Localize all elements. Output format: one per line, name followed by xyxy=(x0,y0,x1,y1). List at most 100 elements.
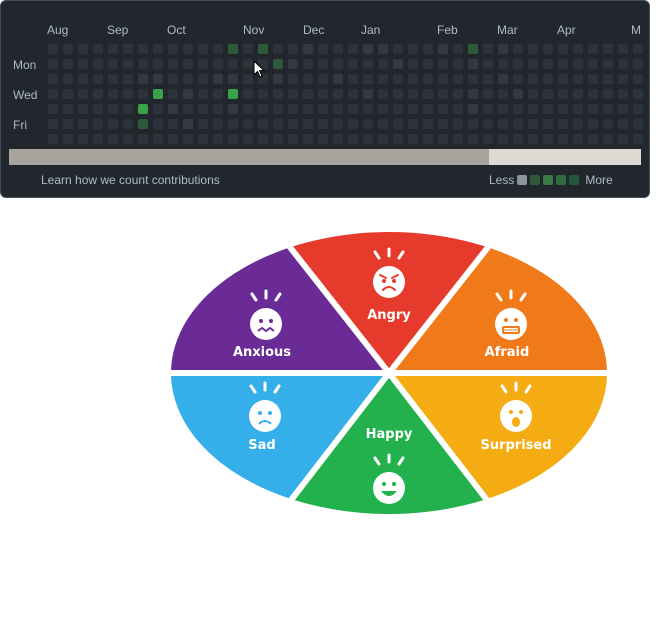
contribution-cell[interactable] xyxy=(468,134,478,144)
contribution-cell[interactable] xyxy=(78,74,88,84)
contribution-cell[interactable] xyxy=(513,59,523,69)
contribution-cell[interactable] xyxy=(573,59,583,69)
contribution-cell[interactable] xyxy=(393,44,403,54)
contribution-cell[interactable] xyxy=(198,104,208,114)
contribution-cell[interactable] xyxy=(348,134,358,144)
contribution-cell[interactable] xyxy=(183,74,193,84)
contribution-cell[interactable] xyxy=(138,119,148,129)
contribution-cell[interactable] xyxy=(63,119,73,129)
contribution-cell[interactable] xyxy=(333,119,343,129)
contribution-cell[interactable] xyxy=(573,89,583,99)
contribution-cell[interactable] xyxy=(573,74,583,84)
contribution-cell[interactable] xyxy=(123,134,133,144)
contribution-cell[interactable] xyxy=(138,44,148,54)
contribution-cell[interactable] xyxy=(603,119,613,129)
contribution-cell[interactable] xyxy=(258,104,268,114)
contribution-cell[interactable] xyxy=(468,119,478,129)
contribution-cell[interactable] xyxy=(243,44,253,54)
contribution-cell[interactable] xyxy=(258,119,268,129)
contribution-cell[interactable] xyxy=(498,119,508,129)
contribution-cell[interactable] xyxy=(243,59,253,69)
contribution-cell[interactable] xyxy=(228,89,238,99)
contribution-cell[interactable] xyxy=(378,104,388,114)
contribution-cell[interactable] xyxy=(468,74,478,84)
contribution-cell[interactable] xyxy=(303,89,313,99)
contribution-cell[interactable] xyxy=(198,119,208,129)
contribution-cell[interactable] xyxy=(123,119,133,129)
contribution-cell[interactable] xyxy=(363,44,373,54)
contribution-cell[interactable] xyxy=(618,134,628,144)
contribution-cell[interactable] xyxy=(243,89,253,99)
contribution-cell[interactable] xyxy=(228,104,238,114)
contribution-cell[interactable] xyxy=(48,119,58,129)
contribution-cell[interactable] xyxy=(198,89,208,99)
contribution-cell[interactable] xyxy=(318,104,328,114)
contribution-cell[interactable] xyxy=(513,119,523,129)
contribution-cell[interactable] xyxy=(363,89,373,99)
contribution-cell[interactable] xyxy=(588,119,598,129)
contribution-cell[interactable] xyxy=(393,89,403,99)
contribution-cell[interactable] xyxy=(453,119,463,129)
contribution-cell[interactable] xyxy=(108,134,118,144)
contribution-cell[interactable] xyxy=(633,44,643,54)
contribution-cell[interactable] xyxy=(393,119,403,129)
contribution-cell[interactable] xyxy=(333,89,343,99)
scrollbar-thumb[interactable] xyxy=(9,149,489,165)
contribution-cell[interactable] xyxy=(78,119,88,129)
contribution-cell[interactable] xyxy=(423,59,433,69)
contribution-cell[interactable] xyxy=(108,104,118,114)
contribution-cell[interactable] xyxy=(243,74,253,84)
contribution-cell[interactable] xyxy=(453,44,463,54)
contribution-cell[interactable] xyxy=(528,134,538,144)
contribution-cell[interactable] xyxy=(513,44,523,54)
contribution-cell[interactable] xyxy=(318,74,328,84)
contribution-cell[interactable] xyxy=(153,74,163,84)
contribution-cell[interactable] xyxy=(618,104,628,114)
contribution-cell[interactable] xyxy=(408,104,418,114)
contribution-cell[interactable] xyxy=(408,119,418,129)
contribution-cell[interactable] xyxy=(393,104,403,114)
contribution-cell[interactable] xyxy=(108,119,118,129)
contribution-cell[interactable] xyxy=(183,44,193,54)
contribution-cell[interactable] xyxy=(543,104,553,114)
contribution-cell[interactable] xyxy=(603,44,613,54)
contribution-cell[interactable] xyxy=(93,89,103,99)
contribution-cell[interactable] xyxy=(273,44,283,54)
contribution-cell[interactable] xyxy=(48,89,58,99)
contribution-cell[interactable] xyxy=(243,104,253,114)
contribution-cell[interactable] xyxy=(48,44,58,54)
contribution-cell[interactable] xyxy=(183,119,193,129)
contribution-cell[interactable] xyxy=(633,89,643,99)
contribution-cell[interactable] xyxy=(558,134,568,144)
contribution-cell[interactable] xyxy=(93,44,103,54)
contribution-cell[interactable] xyxy=(438,59,448,69)
contribution-cell[interactable] xyxy=(633,74,643,84)
contribution-cell[interactable] xyxy=(423,89,433,99)
contribution-cell[interactable] xyxy=(453,104,463,114)
contribution-cell[interactable] xyxy=(588,44,598,54)
contribution-cell[interactable] xyxy=(153,44,163,54)
contribution-cell[interactable] xyxy=(348,119,358,129)
contribution-cell[interactable] xyxy=(123,74,133,84)
contribution-cell[interactable] xyxy=(528,59,538,69)
contribution-cell[interactable] xyxy=(483,89,493,99)
contribution-cell[interactable] xyxy=(288,59,298,69)
contribution-cell[interactable] xyxy=(63,134,73,144)
contribution-cell[interactable] xyxy=(348,59,358,69)
contribution-cell[interactable] xyxy=(228,44,238,54)
contribution-cell[interactable] xyxy=(378,59,388,69)
contribution-cell[interactable] xyxy=(153,104,163,114)
contribution-cell[interactable] xyxy=(483,74,493,84)
contribution-cell[interactable] xyxy=(468,44,478,54)
contribution-cell[interactable] xyxy=(633,59,643,69)
contribution-cell[interactable] xyxy=(303,104,313,114)
contribution-cell[interactable] xyxy=(513,134,523,144)
contribution-cell[interactable] xyxy=(273,119,283,129)
contribution-cell[interactable] xyxy=(168,119,178,129)
contribution-cell[interactable] xyxy=(183,59,193,69)
contribution-cell[interactable] xyxy=(438,74,448,84)
contribution-cell[interactable] xyxy=(513,74,523,84)
contribution-cell[interactable] xyxy=(288,119,298,129)
contribution-cell[interactable] xyxy=(378,134,388,144)
contribution-cell[interactable] xyxy=(213,134,223,144)
